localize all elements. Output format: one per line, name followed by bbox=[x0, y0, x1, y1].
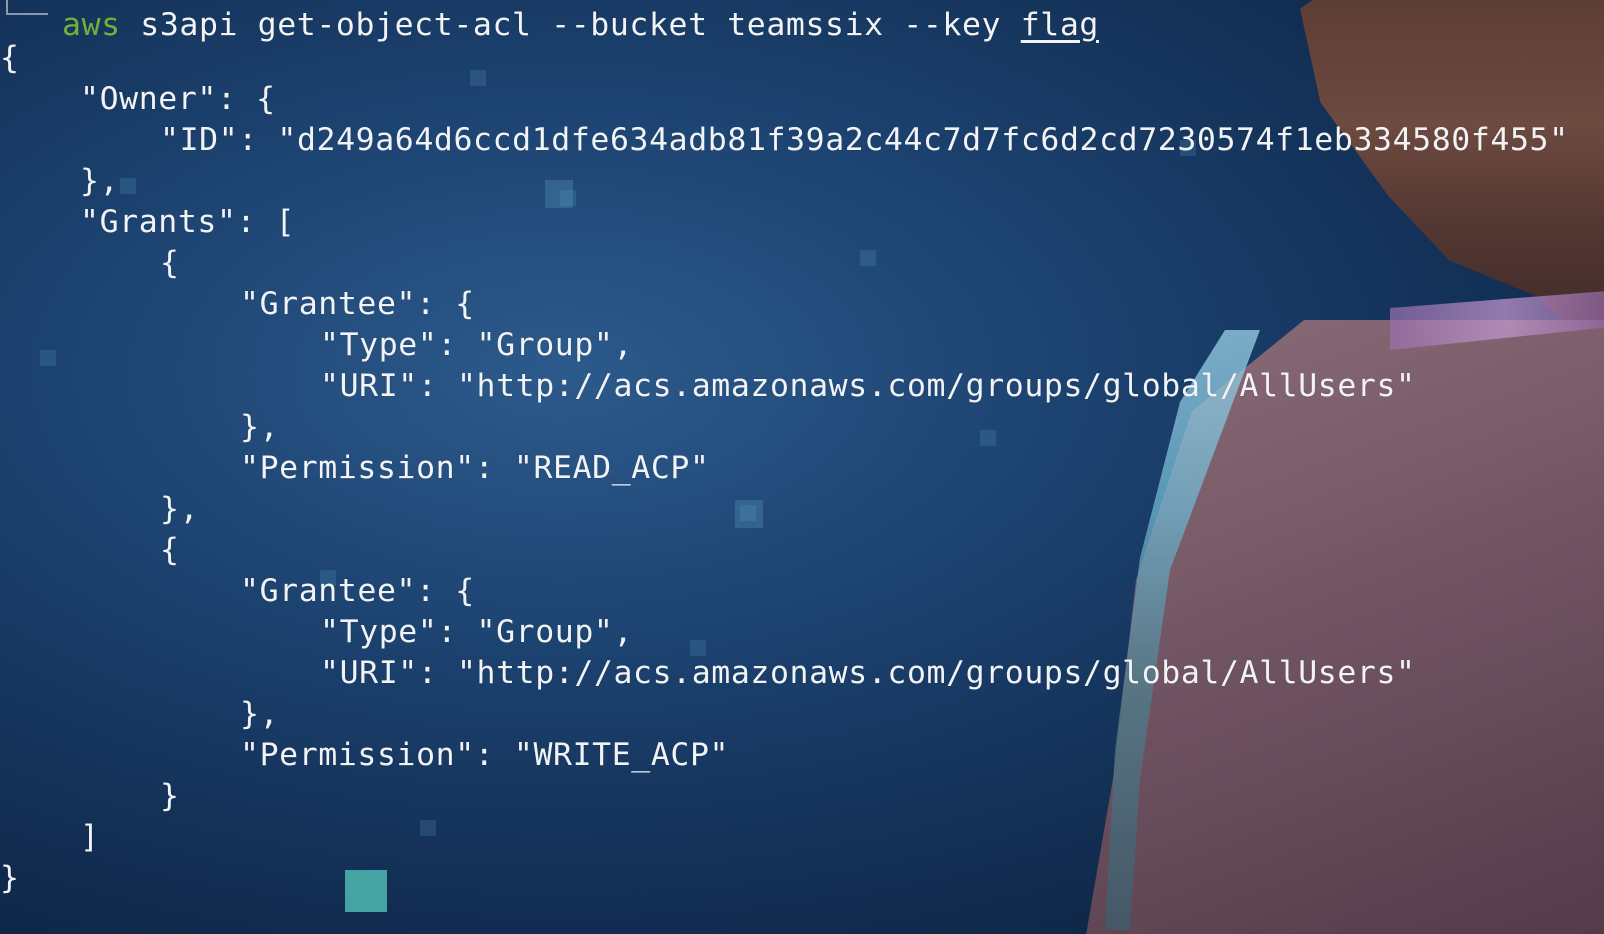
json-output-line: { bbox=[0, 40, 20, 76]
json-output-line: "Permission": "READ_ACP" bbox=[240, 450, 710, 486]
command-prompt-line: aws s3api get-object-acl --bucket teamss… bbox=[0, 0, 1604, 43]
command-key-argument: flag bbox=[1020, 7, 1099, 43]
json-output-line: "URI": "http://acs.amazonaws.com/groups/… bbox=[320, 655, 1416, 691]
json-output-line: }, bbox=[80, 163, 120, 199]
json-output-line: { bbox=[160, 532, 180, 568]
json-output-line: "Owner": { bbox=[80, 81, 276, 117]
terminal-output: aws s3api get-object-acl --bucket teamss… bbox=[0, 0, 1604, 934]
json-output-line: "Grantee": { bbox=[240, 573, 475, 609]
json-output-line: "Type": "Group", bbox=[320, 327, 634, 363]
json-output-line: ] bbox=[80, 819, 100, 855]
json-output-line: }, bbox=[240, 409, 280, 445]
json-output-line: "Type": "Group", bbox=[320, 614, 634, 650]
prompt-corner-glyph bbox=[6, 0, 48, 15]
json-output-line: }, bbox=[240, 696, 280, 732]
command-arguments: s3api get-object-acl --bucket teamssix -… bbox=[140, 7, 1021, 43]
command-executable: aws bbox=[62, 7, 121, 43]
json-output-line: "URI": "http://acs.amazonaws.com/groups/… bbox=[320, 368, 1416, 404]
json-output-line: } bbox=[160, 778, 180, 814]
json-output-line: "Grants": [ bbox=[80, 204, 296, 240]
json-output-line: { bbox=[160, 245, 180, 281]
json-output: { "Owner": { "ID": "d249a64d6ccd1dfe634adb… bbox=[0, 38, 1604, 899]
json-output-line: "Grantee": { bbox=[240, 286, 475, 322]
json-output-line: }, bbox=[160, 491, 200, 527]
json-output-line: "ID": "d249a64d6ccd1dfe634adb81f39a2c44c… bbox=[160, 122, 1569, 158]
json-output-line: "Permission": "WRITE_ACP" bbox=[240, 737, 730, 773]
json-output-line: } bbox=[0, 860, 20, 896]
